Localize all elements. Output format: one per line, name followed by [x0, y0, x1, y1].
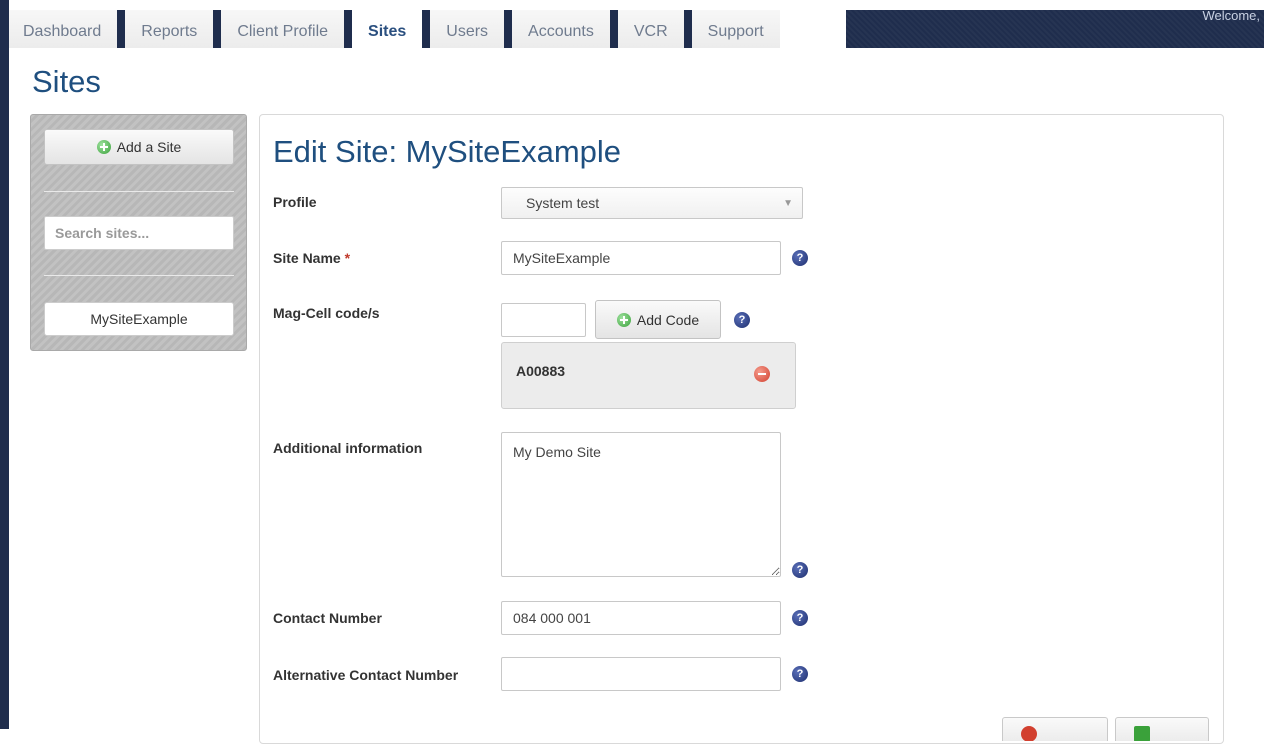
mag-cell-code: A00883 [516, 363, 566, 379]
add-site-button[interactable]: Add a Site [44, 129, 234, 165]
tab-reports[interactable]: Reports [117, 10, 214, 48]
additional-info-textarea[interactable]: My Demo Site [501, 432, 781, 577]
site-name-label-text: Site Name [273, 250, 341, 266]
site-name-label: Site Name * [273, 250, 350, 266]
remove-icon[interactable] [754, 366, 770, 382]
add-site-label: Add a Site [116, 139, 182, 155]
form-title: Edit Site: MySiteExample [273, 134, 622, 169]
tab-accounts[interactable]: Accounts [504, 10, 610, 48]
add-icon [96, 140, 111, 154]
cancel-icon [1021, 726, 1037, 741]
save-icon [1134, 726, 1150, 741]
left-border [0, 0, 9, 729]
help-icon[interactable]: ? [792, 250, 808, 266]
save-button[interactable] [1115, 717, 1209, 741]
search-sites-input[interactable] [44, 216, 234, 250]
add-icon [616, 312, 631, 327]
divider [44, 191, 234, 192]
welcome-text: Welcome, [1202, 8, 1260, 23]
profile-label: Profile [273, 194, 317, 210]
cancel-button[interactable] [1002, 717, 1108, 741]
mag-cell-label: Mag-Cell code/s [273, 305, 380, 321]
additional-info-label: Additional information [273, 440, 423, 456]
mag-cell-code-item: A00883 [501, 342, 796, 409]
alt-contact-number-label: Alternative Contact Number [273, 667, 459, 683]
tab-client-profile[interactable]: Client Profile [213, 10, 345, 48]
tab-support[interactable]: Support [683, 10, 780, 48]
page-title: Sites [32, 64, 101, 99]
add-code-label: Add Code [636, 311, 700, 328]
help-icon[interactable]: ? [792, 610, 808, 626]
tab-vcr[interactable]: VCR [609, 10, 684, 48]
sites-sidebar: Add a Site MySiteExample [30, 114, 247, 351]
required-marker: * [344, 250, 351, 266]
site-name-input[interactable] [501, 241, 781, 275]
contact-number-input[interactable] [501, 601, 781, 635]
tab-users[interactable]: Users [422, 10, 505, 48]
help-icon[interactable]: ? [792, 666, 808, 682]
site-list-item[interactable]: MySiteExample [44, 302, 234, 336]
alt-contact-number-input[interactable] [501, 657, 781, 691]
profile-value: System test [526, 195, 600, 211]
contact-number-label: Contact Number [273, 610, 382, 626]
tab-sites[interactable]: Sites [344, 10, 423, 48]
header-banner: Welcome, [846, 8, 1264, 48]
tab-dashboard[interactable]: Dashboard [9, 10, 118, 48]
divider [44, 275, 234, 276]
help-icon[interactable]: ? [792, 562, 808, 578]
add-code-button[interactable]: Add Code [595, 300, 721, 339]
chevron-down-icon: ▼ [783, 197, 793, 209]
main-tabs: Dashboard Reports Client Profile Sites U… [9, 10, 780, 48]
mag-cell-code-input[interactable] [501, 303, 586, 337]
help-icon[interactable]: ? [734, 312, 750, 328]
profile-select[interactable]: System test ▼ [501, 187, 803, 219]
